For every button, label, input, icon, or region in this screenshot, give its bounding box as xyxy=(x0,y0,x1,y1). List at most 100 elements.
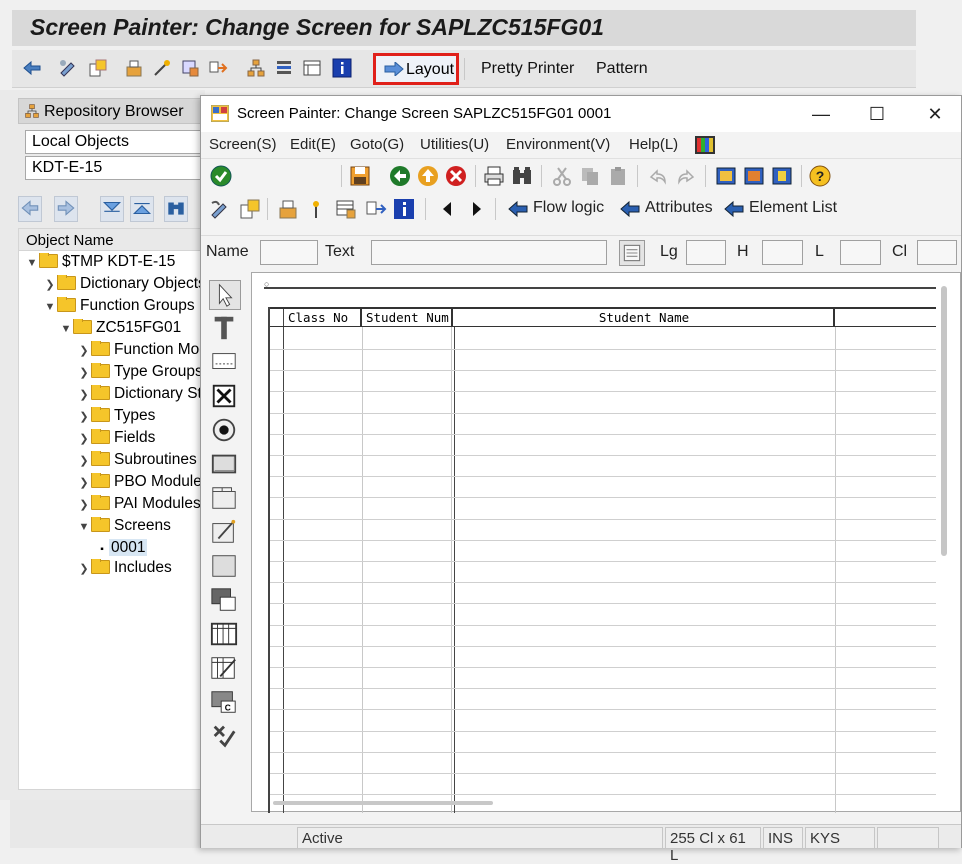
vertical-scrollbar[interactable] xyxy=(941,286,947,556)
tree-node-dictionary-objects[interactable]: ❯ Dictionary Objects xyxy=(43,275,206,297)
tree-node-function-group[interactable]: ▼ ZC515FG01 xyxy=(59,319,181,341)
expand-all-button[interactable] xyxy=(100,196,124,222)
tree-node-fields[interactable]: ❯ Fields xyxy=(77,429,155,451)
column-header-class-no[interactable]: Class No xyxy=(284,309,362,327)
chevron-right-icon[interactable]: ❯ xyxy=(77,388,91,401)
active-inactive-icon[interactable] xyxy=(239,198,261,220)
pushbutton-tool[interactable] xyxy=(209,450,241,480)
maximize-icon[interactable]: ☐ xyxy=(863,102,891,126)
where-used-icon[interactable] xyxy=(208,58,228,78)
next-object-button[interactable] xyxy=(54,196,78,222)
layout-canvas[interactable]: ○ Class No Student Num Student Name Ge xyxy=(251,272,961,813)
back-icon[interactable] xyxy=(22,58,42,78)
text-field[interactable] xyxy=(371,240,607,265)
menu-edit[interactable]: Edit(E) xyxy=(290,136,336,153)
chevron-right-icon[interactable]: ❯ xyxy=(77,562,91,575)
chevron-right-icon[interactable]: ❯ xyxy=(77,454,91,467)
input-field-tool[interactable] xyxy=(209,348,241,378)
chevron-down-icon[interactable]: ▼ xyxy=(59,323,73,335)
table-control-wizard-tool[interactable] xyxy=(209,654,241,684)
chevron-right-icon[interactable]: ❯ xyxy=(77,498,91,511)
dictionary-button[interactable] xyxy=(619,240,645,266)
tree-node-subroutines[interactable]: ❯ Subroutines xyxy=(77,451,197,473)
chevron-down-icon[interactable]: ▼ xyxy=(25,257,39,269)
collapse-all-button[interactable] xyxy=(130,196,154,222)
cl-field[interactable] xyxy=(917,240,957,265)
create-session-icon[interactable] xyxy=(715,165,737,187)
layout-button[interactable]: Layout xyxy=(373,53,459,85)
active-inactive-icon[interactable] xyxy=(88,58,108,78)
customize-layout-icon[interactable] xyxy=(695,136,715,154)
checkbox-tool[interactable] xyxy=(209,382,241,412)
back-icon[interactable] xyxy=(389,165,411,187)
h-field[interactable] xyxy=(762,240,803,265)
cancel-icon[interactable] xyxy=(445,165,467,187)
box-tool[interactable] xyxy=(209,552,241,582)
chevron-down-icon[interactable]: ▼ xyxy=(43,301,57,313)
tree-node-includes[interactable]: ❯ Includes xyxy=(77,559,172,581)
text-field-tool[interactable] xyxy=(209,314,241,344)
repository-browser-button[interactable]: Repository Browser xyxy=(18,98,204,124)
object-type-select[interactable]: Local Objects xyxy=(25,130,205,154)
display-change-icon[interactable] xyxy=(58,58,78,78)
minimize-icon[interactable]: — xyxy=(807,102,835,126)
where-used-icon[interactable] xyxy=(365,198,387,220)
flow-logic-button[interactable]: Flow logic xyxy=(505,192,607,226)
help-icon[interactable]: ? xyxy=(809,165,831,187)
chevron-down-icon[interactable]: ▼ xyxy=(77,521,91,533)
chevron-right-icon[interactable]: ❯ xyxy=(77,432,91,445)
custom-control-tool[interactable]: C xyxy=(209,688,241,718)
dialog-title-bar[interactable]: Screen Painter: Change Screen SAPLZC515F… xyxy=(201,96,961,132)
menu-goto[interactable]: Goto(G) xyxy=(350,136,404,153)
menu-utilities[interactable]: Utilities(U) xyxy=(420,136,489,153)
subscreen-tool[interactable] xyxy=(209,586,241,616)
horizontal-scrollbar[interactable] xyxy=(273,801,493,805)
lg-field[interactable] xyxy=(686,240,726,265)
menu-screen[interactable]: Screen(S) xyxy=(209,136,277,153)
radio-button-tool[interactable] xyxy=(209,416,241,446)
previous-object-button[interactable] xyxy=(18,196,42,222)
menu-environment[interactable]: Environment(V) xyxy=(506,136,610,153)
check-icon[interactable] xyxy=(124,58,144,78)
test-icon[interactable] xyxy=(335,198,357,220)
tabstrip-tool[interactable] xyxy=(209,484,241,514)
info-icon[interactable] xyxy=(332,58,352,78)
print-icon[interactable] xyxy=(483,165,505,187)
stack-icon[interactable] xyxy=(274,58,294,78)
tree-node-type-groups[interactable]: ❯ Type Groups xyxy=(77,363,203,385)
chevron-right-icon[interactable]: ❯ xyxy=(77,344,91,357)
table-control-tool[interactable] xyxy=(209,620,241,650)
redo-icon[interactable] xyxy=(675,165,697,187)
table-control[interactable]: Class No Student Num Student Name Ge xyxy=(268,307,936,813)
window-icon[interactable] xyxy=(302,58,322,78)
tree-node-screens[interactable]: ▼ Screens xyxy=(77,517,171,539)
status-icon-tool[interactable] xyxy=(209,722,241,752)
pointer-tool[interactable] xyxy=(209,280,241,310)
column-header-gender[interactable]: Ge xyxy=(835,309,936,327)
menu-help[interactable]: Help(L) xyxy=(629,136,678,153)
save-icon[interactable] xyxy=(349,165,371,187)
tabstrip-wizard-tool[interactable] xyxy=(209,518,241,548)
pattern-button[interactable]: Pattern xyxy=(596,60,648,78)
tree-node-screen-0001[interactable]: ▪ 0001 xyxy=(95,539,205,561)
tree-node-pai-modules[interactable]: ❯ PAI Modules xyxy=(77,495,201,517)
tree-node-types[interactable]: ❯ Types xyxy=(77,407,155,429)
activate-icon[interactable] xyxy=(152,58,172,78)
find-icon[interactable] xyxy=(511,165,533,187)
chevron-right-icon[interactable]: ❯ xyxy=(77,410,91,423)
test-icon[interactable] xyxy=(180,58,200,78)
cut-icon[interactable] xyxy=(551,165,573,187)
chevron-right-icon[interactable]: ❯ xyxy=(77,476,91,489)
l-field[interactable] xyxy=(840,240,881,265)
tree-node-function-groups[interactable]: ▼ Function Groups xyxy=(43,297,195,319)
element-list-button[interactable]: Element List xyxy=(721,192,845,226)
display-change-icon[interactable] xyxy=(209,198,231,220)
activate-icon[interactable] xyxy=(305,198,327,220)
previous-icon[interactable] xyxy=(437,198,459,220)
tree-node-pbo-modules[interactable]: ❯ PBO Modules xyxy=(77,473,210,495)
next-icon[interactable] xyxy=(465,198,487,220)
paste-icon[interactable] xyxy=(607,165,629,187)
layout-settings-icon[interactable] xyxy=(771,165,793,187)
generate-shortcut-icon[interactable] xyxy=(743,165,765,187)
column-header-student-name[interactable]: Student Name xyxy=(455,309,835,327)
